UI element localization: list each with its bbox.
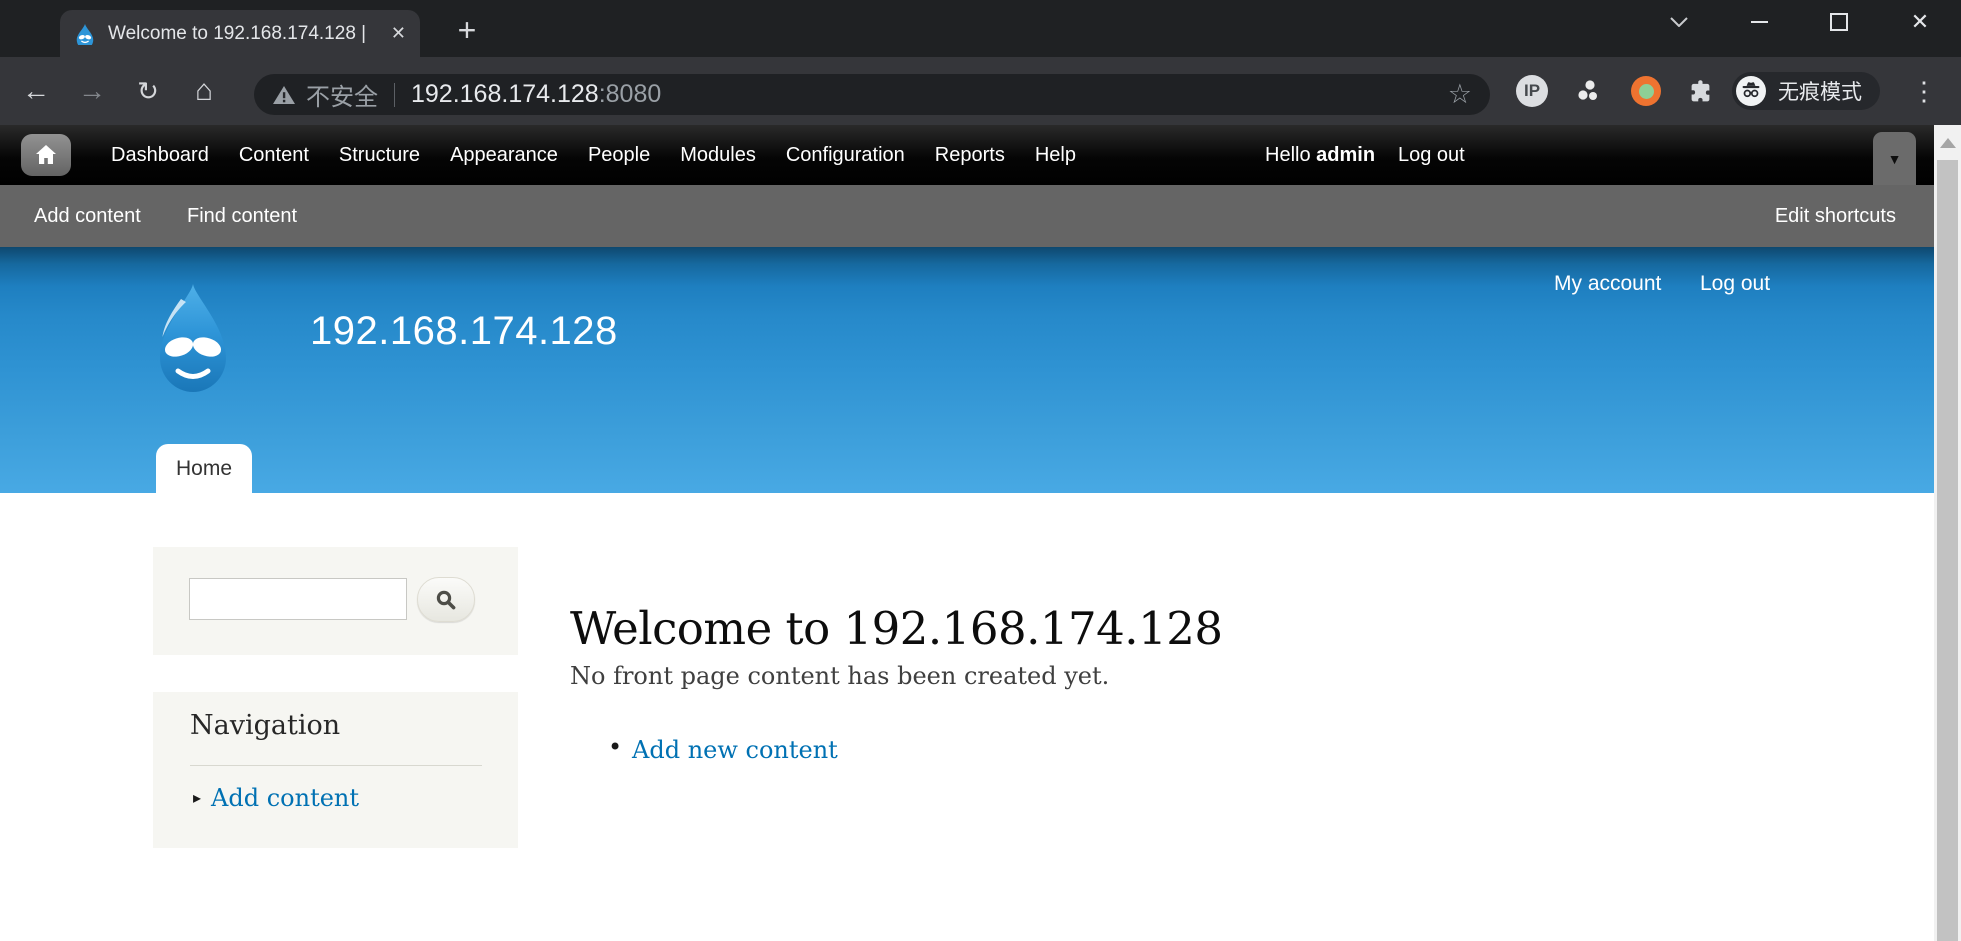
home-button[interactable]: ⌂	[182, 57, 226, 125]
admin-menu: Dashboard Content Structure Appearance P…	[96, 125, 1091, 185]
incognito-badge: 无痕模式	[1732, 72, 1880, 110]
url-host: 192.168.174.128	[411, 80, 599, 109]
collapsed-arrow-icon: ▸	[193, 788, 201, 808]
new-tab-button[interactable]: +	[446, 13, 488, 47]
browser-tab-strip: Welcome to 192.168.174.128 | ✕ + ✕	[0, 0, 1961, 57]
home-tab[interactable]: Home	[156, 444, 252, 493]
reload-button[interactable]: ↻	[126, 57, 170, 125]
scrollbar-up-arrow[interactable]	[1940, 138, 1956, 148]
incognito-icon	[1736, 76, 1766, 106]
my-account-link[interactable]: My account	[1554, 272, 1661, 296]
navigation-divider	[190, 765, 482, 766]
search-icon	[435, 589, 457, 611]
navigation-item: ▸ Add content	[193, 784, 359, 812]
admin-item-reports[interactable]: Reports	[920, 144, 1020, 167]
tab-title: Welcome to 192.168.174.128 |	[108, 23, 385, 45]
toolbar-toggle-button[interactable]: ▼	[1873, 132, 1916, 185]
site-name[interactable]: 192.168.174.128	[310, 309, 618, 354]
admin-item-appearance[interactable]: Appearance	[435, 144, 573, 167]
window-maximize-button[interactable]	[1818, 2, 1860, 42]
search-input[interactable]	[189, 578, 407, 620]
navigation-block: Navigation ▸ Add content	[153, 692, 518, 848]
window-close-button[interactable]: ✕	[1899, 2, 1941, 42]
forward-button[interactable]: →	[70, 57, 114, 125]
extension-orange-icon[interactable]	[1630, 75, 1662, 107]
admin-greeting: Hello admin	[1265, 125, 1375, 185]
list-bullet: •	[608, 733, 622, 761]
drupal-admin-toolbar: Dashboard Content Structure Appearance P…	[0, 125, 1934, 185]
search-block	[153, 547, 518, 655]
admin-home-button[interactable]	[21, 134, 71, 176]
edit-shortcuts-link[interactable]: Edit shortcuts	[1775, 185, 1896, 247]
empty-front-page-message: No front page content has been created y…	[570, 662, 1109, 690]
admin-item-modules[interactable]: Modules	[665, 144, 771, 167]
extension-ip-icon[interactable]: IP	[1516, 75, 1548, 107]
back-button[interactable]: ←	[14, 57, 58, 125]
extensions-puzzle-icon[interactable]	[1684, 75, 1716, 107]
incognito-label: 无痕模式	[1778, 76, 1862, 106]
page-title: Welcome to 192.168.174.128	[570, 602, 1222, 655]
extension-cluster-icon[interactable]	[1572, 75, 1604, 107]
admin-username[interactable]: admin	[1316, 144, 1375, 166]
admin-item-structure[interactable]: Structure	[324, 144, 435, 167]
nav-add-content-link[interactable]: Add content	[211, 784, 359, 812]
admin-logout-link[interactable]: Log out	[1398, 125, 1465, 185]
add-new-content-link[interactable]: Add new content	[632, 736, 838, 764]
admin-item-help[interactable]: Help	[1020, 144, 1091, 167]
address-bar[interactable]: 不安全 192.168.174.128:8080 ☆	[254, 74, 1490, 115]
site-header: My account Log out 192.168.174.128 Home	[0, 247, 1934, 493]
orange-ring	[1631, 76, 1661, 106]
greeting-prefix: Hello	[1265, 144, 1316, 166]
browser-tab[interactable]: Welcome to 192.168.174.128 | ✕	[60, 10, 420, 57]
admin-item-dashboard[interactable]: Dashboard	[96, 144, 224, 167]
drupal-logo[interactable]	[150, 283, 236, 397]
search-button[interactable]	[417, 577, 475, 622]
tab-search-chevron-icon[interactable]	[1658, 2, 1700, 42]
minimize-icon	[1751, 21, 1768, 23]
scrollbar-thumb[interactable]	[1937, 160, 1958, 941]
browser-menu-icon[interactable]: ⋮	[1906, 57, 1942, 125]
page-scrollbar[interactable]	[1934, 125, 1961, 941]
tab-close-icon[interactable]: ✕	[391, 23, 406, 44]
omnibox-separator	[394, 83, 395, 107]
drupal-favicon-icon	[74, 23, 96, 45]
logout-link[interactable]: Log out	[1700, 272, 1770, 296]
bookmark-star-icon[interactable]: ☆	[1448, 79, 1472, 110]
window-minimize-button[interactable]	[1738, 2, 1780, 42]
admin-item-configuration[interactable]: Configuration	[771, 144, 920, 167]
not-secure-warning-icon	[272, 83, 296, 107]
url-port: :8080	[599, 80, 662, 109]
shortcut-find-content[interactable]: Find content	[187, 185, 297, 247]
shortcuts-bar: Add content Find content Edit shortcuts	[0, 185, 1934, 247]
maximize-icon	[1830, 13, 1848, 31]
browser-toolbar: ← → ↻ ⌂ 不安全 192.168.174.128:8080 ☆ IP	[0, 57, 1961, 125]
security-label: 不安全	[306, 77, 378, 112]
home-icon	[34, 144, 58, 166]
admin-item-content[interactable]: Content	[224, 144, 324, 167]
shortcut-add-content[interactable]: Add content	[34, 185, 141, 247]
admin-item-people[interactable]: People	[573, 144, 665, 167]
navigation-title: Navigation	[190, 710, 340, 741]
browser-window: Welcome to 192.168.174.128 | ✕ + ✕ ← → ↻…	[0, 0, 1961, 941]
green-dot	[1639, 84, 1654, 99]
